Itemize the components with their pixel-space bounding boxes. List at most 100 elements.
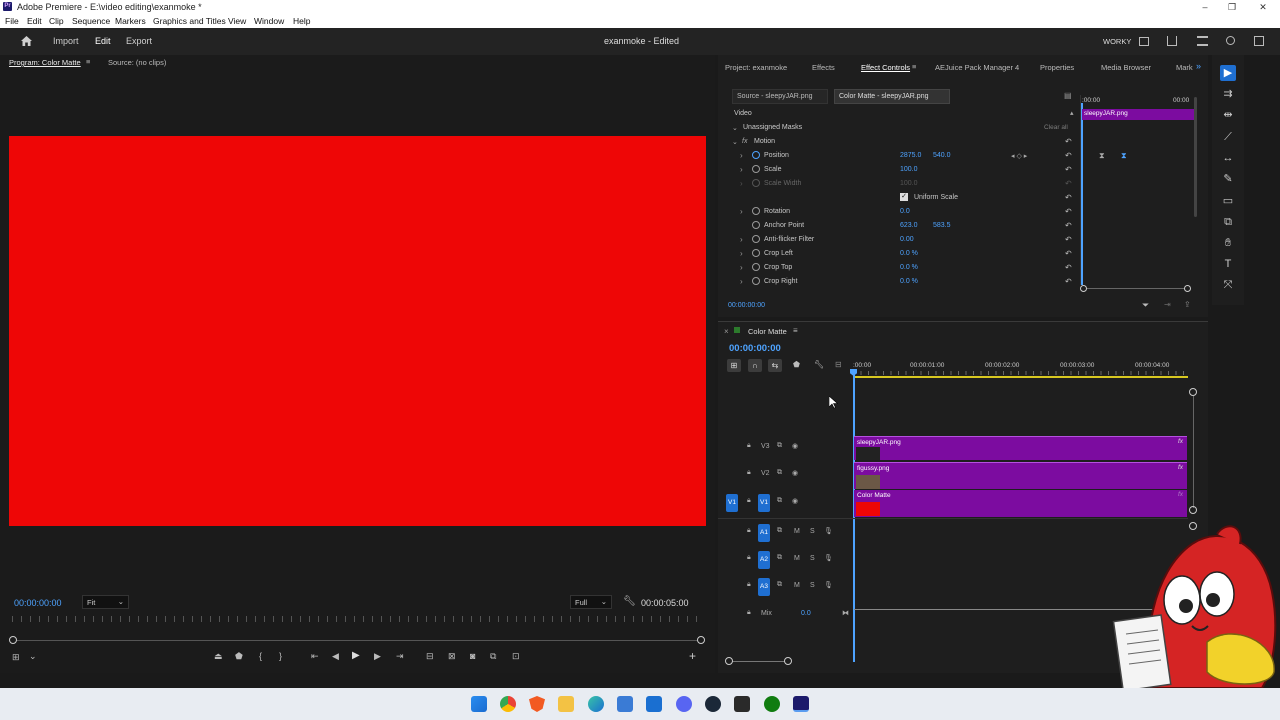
brave-icon[interactable] [529,696,545,712]
keyframe-icon[interactable]: ⧗ [1121,151,1127,161]
tab-effect-controls[interactable]: Effect Controls [861,63,910,72]
chevron-right-icon[interactable]: › [740,207,743,216]
menu-edit[interactable]: Edit [27,16,42,26]
solo-button[interactable]: S [810,555,815,562]
settings-icon[interactable]: ⊞ [12,652,20,663]
reset-icon[interactable]: ↶ [1065,235,1075,244]
prop-value[interactable]: 0.0 [900,208,910,215]
menu-window[interactable]: Window [254,16,284,26]
stopwatch-icon[interactable] [752,207,760,215]
fullscreen-icon[interactable] [1254,36,1264,46]
mute-button[interactable]: M [794,582,800,589]
multicam-icon[interactable]: ⊡ [512,651,520,662]
mix-value[interactable]: 0.0 [801,610,811,617]
comparison-icon[interactable]: ⧉ [490,651,496,662]
chevron-down-icon[interactable]: ⌄ [29,651,37,662]
keyframe-nav-icon[interactable]: ◂ ◇ ▸ [1011,152,1027,160]
menu-icon[interactable] [1197,36,1208,46]
prop-value[interactable]: 0.0 % [900,250,918,257]
source-clip-tab[interactable]: Source - sleepyJAR.png [732,89,828,104]
sync-lock-icon[interactable]: ⧉ [777,442,782,450]
stopwatch-icon[interactable] [752,277,760,285]
clip-v1[interactable]: Color Matte fx [854,490,1187,517]
type-tool-icon[interactable]: T [1220,256,1236,272]
effect-mini-timeline[interactable]: :00:00 00:00 sleepyJAR.png ⧗ ⧗ [1080,95,1194,285]
work-area-bar[interactable] [853,376,1188,378]
reset-icon[interactable]: ↶ [1065,249,1075,258]
mute-button[interactable]: M [794,528,800,535]
extract-icon[interactable]: ⏏︎ [214,651,223,662]
toggle-timeline-icon[interactable]: ▤ [1064,91,1072,100]
export-icon[interactable]: ⇪ [1184,300,1191,309]
discord-icon[interactable] [676,696,692,712]
clear-all-button[interactable]: Clear all [1044,124,1068,131]
fx-icon[interactable]: fx [742,138,747,145]
reset-icon[interactable]: ↶ [1065,263,1075,272]
clip-v3[interactable]: sleepyJAR.png fx [854,436,1187,460]
stopwatch-icon[interactable] [752,249,760,257]
edge-icon[interactable] [588,696,604,712]
nav-edit[interactable]: Edit [95,36,111,46]
video-scroll-track[interactable] [1193,396,1194,508]
zoom-handle-right[interactable] [1184,285,1191,292]
stopwatch-icon[interactable] [752,263,760,271]
sync-lock-icon[interactable]: ⧉ [777,469,782,477]
mail-icon[interactable] [646,696,662,712]
tab-media-browser[interactable]: Media Browser [1101,63,1151,72]
go-to-out-icon[interactable]: ⇥ [396,651,404,662]
effect-controls-menu-icon[interactable]: ≡ [912,62,916,71]
lock-icon[interactable]: 🔒︎ [747,497,751,505]
prop-value-x[interactable]: 2875.0 [900,152,921,159]
menu-sequence[interactable]: Sequence [72,16,110,26]
stopwatch-icon[interactable] [752,221,760,229]
maximize-button[interactable]: ❐ [1219,0,1245,14]
prop-value-y[interactable]: 583.5 [933,222,951,229]
chevron-down-icon[interactable]: ⌄ [732,138,738,146]
timeline-zoom-left[interactable] [725,657,733,665]
menu-view[interactable]: View [228,16,246,26]
xbox-icon[interactable] [764,696,780,712]
add-marker-icon[interactable]: ⬟ [793,360,800,369]
menu-clip[interactable]: Clip [49,16,64,26]
timeline-timecode[interactable]: 00:00:00:00 [729,343,781,354]
prop-value-x[interactable]: 623.0 [900,222,918,229]
timeline-zoom-bar[interactable] [732,661,790,662]
prop-value[interactable]: 100.0 [900,166,918,173]
active-clip-tab[interactable]: Color Matte - sleepyJAR.png [834,89,950,104]
prop-value[interactable]: 0.0 % [900,264,918,271]
epic-icon[interactable] [734,696,750,712]
timeline-ruler[interactable]: :00:00 00:00:01:00 00:00:02:00 00:00:03:… [853,359,1198,379]
video-scroll-handle-top[interactable] [1189,388,1197,396]
folder-icon[interactable] [558,696,574,712]
windows-start-icon[interactable] [471,696,487,712]
mark-out-icon[interactable]: } [279,651,282,661]
linked-selection-icon[interactable]: ⇆ [768,359,782,372]
menu-file[interactable]: File [5,16,19,26]
solo-button[interactable]: S [810,582,815,589]
chevron-right-icon[interactable]: › [740,263,743,272]
rectangle-tool-icon[interactable]: ▭ [1220,193,1236,209]
add-button-icon[interactable]: + [689,649,696,663]
premiere-icon[interactable] [793,696,809,712]
sequence-menu-icon[interactable]: ≡ [793,326,798,335]
share-icon[interactable] [1167,36,1177,46]
reset-icon[interactable]: ↶ [1065,277,1075,286]
pen-tool-icon[interactable]: ✎ [1220,171,1236,187]
stopwatch-icon[interactable] [752,235,760,243]
sequence-tab[interactable]: Color Matte [748,327,787,336]
reset-icon[interactable]: ↶ [1065,151,1075,160]
chrome-icon[interactable] [500,696,516,712]
lock-icon[interactable]: 🔒︎ [747,527,751,535]
mini-playhead[interactable] [1081,103,1083,285]
hand-tool-icon[interactable]: ✋︎ [1220,235,1236,251]
chevron-right-icon[interactable]: › [740,151,743,160]
resolution-select[interactable]: Full ⌄ [570,595,612,609]
close-sequence-icon[interactable]: × [724,327,729,336]
solo-button[interactable]: S [810,528,815,535]
mark-in-icon[interactable]: { [259,651,262,661]
eye-icon[interactable]: ◉ [792,442,798,450]
effect-scrollbar[interactable] [1194,97,1197,217]
chevron-right-icon[interactable]: › [740,277,743,286]
reset-icon[interactable]: ↶ [1065,137,1072,146]
sync-lock-icon[interactable]: ⧉ [777,581,782,589]
